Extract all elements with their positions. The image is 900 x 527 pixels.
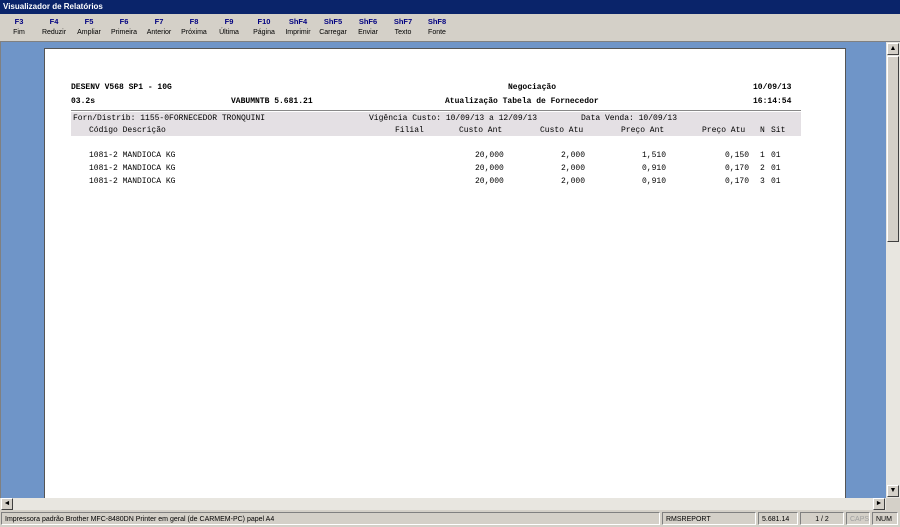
report-viewport[interactable]: DESENV V568 SP1 - 10G Negociação 10/09/1… [0,42,886,500]
column-branch: Filial [395,126,424,135]
toolbar-key: F10 [257,17,271,26]
row-price-current: 0,170 [725,177,750,186]
toolbar-label: Próxima [181,29,207,36]
scrollbar-corner [886,498,900,510]
send-button[interactable]: ShF6 Enviar [351,16,385,40]
column-price-previous: Preço Ant [621,126,665,135]
toolbar-label: Anterior [146,29,172,36]
report-program: VABUMNTB 5.681.21 [231,97,313,106]
end-button[interactable]: F3 Fim [2,16,36,40]
column-sit: Sit [771,126,786,135]
toolbar-label: Ampliar [77,29,101,36]
toolbar-label: Enviar [358,29,378,36]
toolbar-label: Primeira [110,29,138,36]
report-title: Negociação [508,83,557,92]
toolbar-key: F4 [49,17,59,26]
zoom-in-button[interactable]: F5 Ampliar [72,16,106,40]
text-button[interactable]: ShF7 Texto [386,16,420,40]
column-cost-current: Custo Atu [540,126,584,135]
status-bar: Impressora padrão Brother MFC-8480DN Pri… [0,510,900,527]
report-time: 16:14:54 [753,97,792,106]
window-title: Visualizador de Relatórios [0,0,900,14]
sale-date-filter: Data Venda: 10/09/13 [581,114,678,123]
toolbar-key: F7 [154,17,164,26]
row-n: 3 [760,177,765,186]
column-price-current: Preço Atu [702,126,746,135]
print-button[interactable]: ShF4 Imprimir [281,16,315,40]
toolbar-key: F9 [224,17,234,26]
row-cost-previous: 20,000 [475,164,504,173]
toolbar-label: Carregar [319,29,347,36]
last-page-button[interactable]: F9 Última [212,16,246,40]
row-price-previous: 1,510 [642,151,667,160]
load-button[interactable]: ShF5 Carregar [316,16,350,40]
toolbar-label: Última [219,29,239,36]
toolbar-key: ShF6 [358,17,378,26]
scroll-up-icon[interactable]: ▲ [887,43,899,55]
toolbar-key: F5 [84,17,94,26]
toolbar-label: Texto [394,29,412,36]
status-page: 1 / 2 [800,512,844,525]
report-page: DESENV V568 SP1 - 10G Negociação 10/09/1… [44,48,846,500]
row-price-previous: 0,910 [642,177,667,186]
row-sit: 01 [771,164,781,173]
scroll-left-icon[interactable]: ◄ [1,498,13,510]
row-price-current: 0,170 [725,164,750,173]
vertical-scrollbar[interactable]: ▲ ▼ [886,42,900,498]
row-code-description: 1081-2 MANDIOCA KG [89,177,176,186]
row-cost-current: 2,000 [561,177,586,186]
toolbar: F3 Fim F4 Reduzir F5 Ampliar F6 Primeira F7 A… [0,14,900,42]
report-date: 10/09/13 [753,83,792,92]
toolbar-label: Fonte [428,29,446,36]
toolbar-key: F3 [14,17,24,26]
row-price-current: 0,150 [725,151,750,160]
toolbar-label: Página [253,29,275,36]
report-environment: DESENV V568 SP1 - 10G [71,83,172,92]
status-version: 5.681.14 [758,512,798,525]
row-sit: 01 [771,151,781,160]
row-code-description: 1081-2 MANDIOCA KG [89,164,176,173]
report-version: 03.2s [71,97,96,106]
toolbar-key: F8 [189,17,199,26]
toolbar-label: Fim [13,29,25,36]
previous-page-button[interactable]: F7 Anterior [142,16,176,40]
first-page-button[interactable]: F6 Primeira [107,16,141,40]
toolbar-key: ShF4 [288,17,308,26]
column-cost-previous: Custo Ant [459,126,503,135]
zoom-out-button[interactable]: F4 Reduzir [37,16,71,40]
row-price-previous: 0,910 [642,164,667,173]
toolbar-key: ShF8 [427,17,447,26]
scroll-right-icon[interactable]: ► [873,498,885,510]
row-code-description: 1081-2 MANDIOCA KG [89,151,176,160]
column-n: N [760,126,765,135]
report-subtitle: Atualização Tabela de Fornecedor [445,97,599,106]
row-sit: 01 [771,177,781,186]
row-cost-previous: 20,000 [475,177,504,186]
horizontal-scrollbar[interactable]: ◄ ► [0,498,886,510]
cost-validity-filter: Vigência Custo: 10/09/13 a 12/09/13 [369,114,538,123]
row-n: 1 [760,151,765,160]
column-code-description: Código Descrição [89,126,166,135]
row-cost-previous: 20,000 [475,151,504,160]
row-n: 2 [760,164,765,173]
font-button[interactable]: ShF8 Fonte [420,16,454,40]
row-cost-current: 2,000 [561,151,586,160]
status-num: NUM [872,512,898,525]
goto-page-button[interactable]: F10 Página [247,16,281,40]
scroll-thumb[interactable] [887,56,899,242]
supplier-filter: Forn/Distrib: 1155-0FORNECEDOR TRONQUINI [73,114,266,123]
toolbar-label: Reduzir [41,29,67,36]
toolbar-key: ShF5 [323,17,343,26]
status-caps: CAPS [846,512,870,525]
row-cost-current: 2,000 [561,164,586,173]
status-printer: Impressora padrão Brother MFC-8480DN Pri… [1,512,660,525]
header-divider [71,110,801,111]
toolbar-label: Imprimir [285,29,311,36]
toolbar-key: ShF7 [393,17,413,26]
toolbar-key: F6 [119,17,129,26]
next-page-button[interactable]: F8 Próxima [177,16,211,40]
status-module: RMSREPORT [662,512,756,525]
scroll-down-icon[interactable]: ▼ [887,485,899,497]
